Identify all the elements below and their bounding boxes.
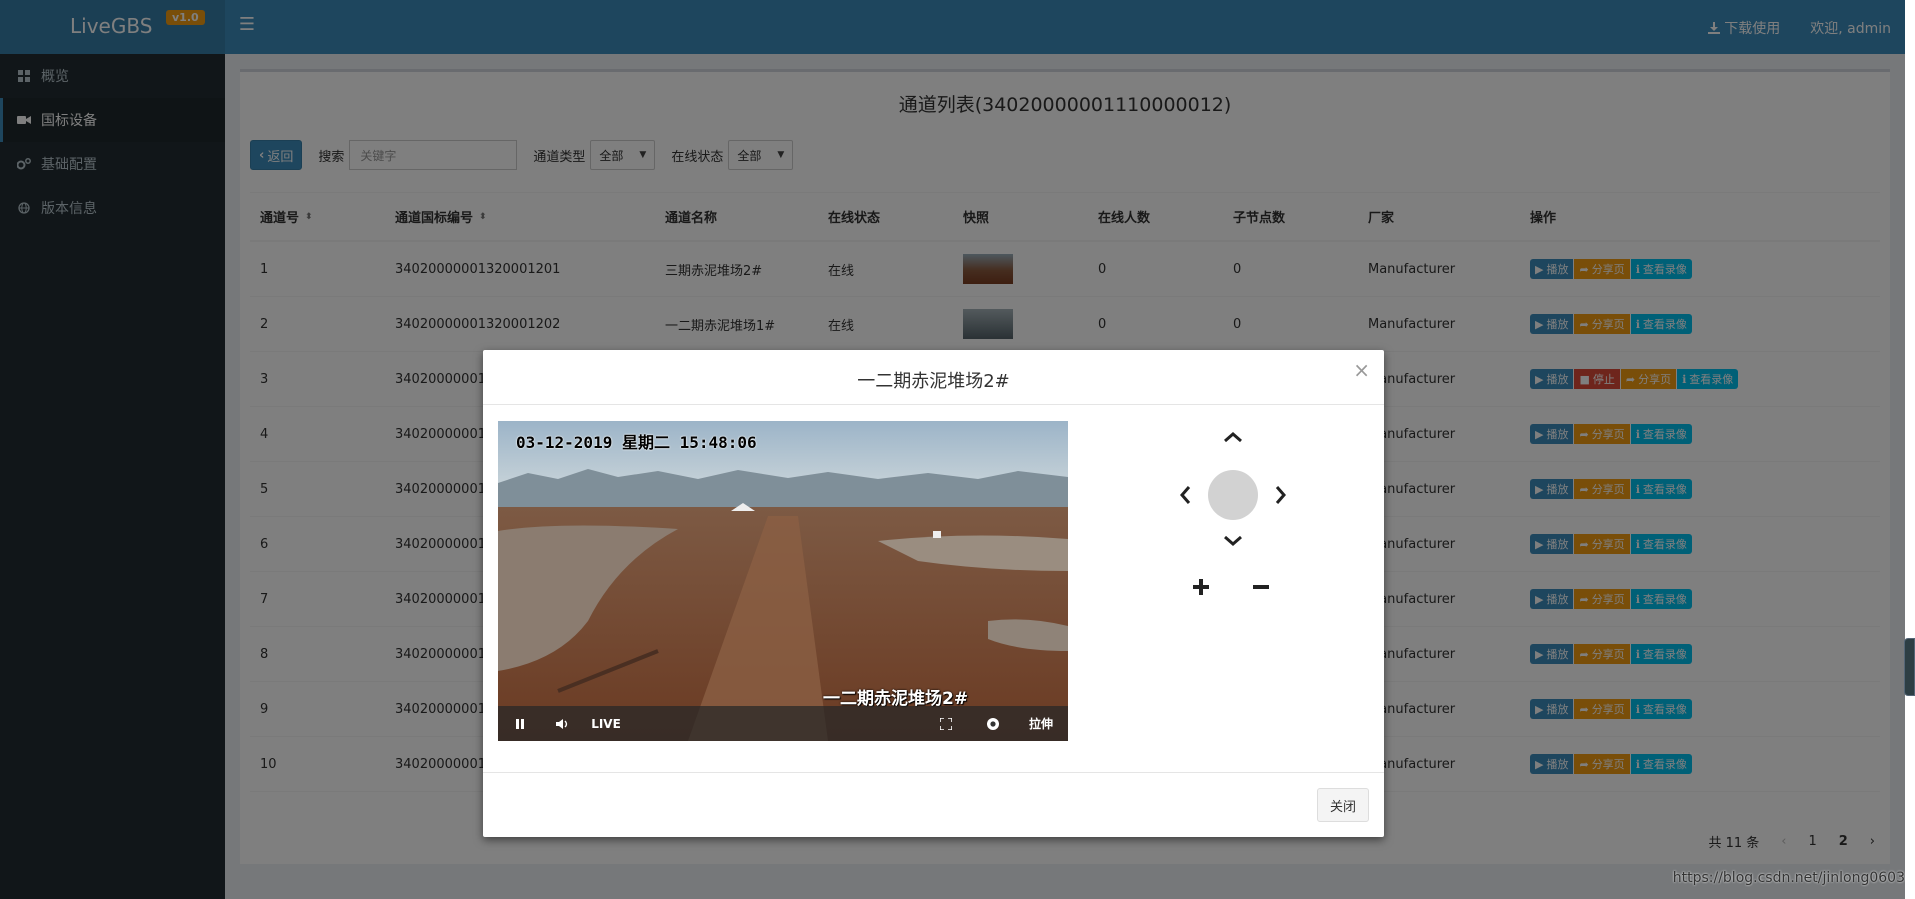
video-osd-timestamp: 03-12-2019 星期二 15:48:06 <box>516 433 757 452</box>
side-scroll-handle[interactable] <box>1904 638 1915 696</box>
ptz-down-button[interactable] <box>1221 529 1245 553</box>
chevron-down-icon <box>1224 535 1242 546</box>
modal-title: 一二期赤泥堆场2# <box>857 371 1010 392</box>
video-frame <box>498 421 1068 741</box>
video-controls: LIVE 拉伸 <box>498 706 1068 741</box>
fullscreen-button[interactable] <box>936 706 956 741</box>
chevron-left-icon <box>1180 486 1191 504</box>
pause-button[interactable] <box>510 706 530 741</box>
pause-icon <box>516 718 524 729</box>
stretch-button[interactable]: 拉伸 <box>1026 706 1056 741</box>
ptz-control <box>1163 425 1303 595</box>
zoom-out-button[interactable] <box>1249 575 1273 599</box>
video-modal: 一二期赤泥堆场2# × 03-12-2019 星期二 15:48:06 一二期赤… <box>483 350 1384 837</box>
ptz-left-button[interactable] <box>1173 481 1197 509</box>
modal-header: 一二期赤泥堆场2# × <box>483 350 1384 405</box>
video-player[interactable]: 03-12-2019 星期二 15:48:06 一二期赤泥堆场2# LIVE 拉… <box>498 421 1068 741</box>
ptz-right-button[interactable] <box>1269 481 1293 509</box>
volume-icon <box>556 718 568 729</box>
close-icon[interactable]: × <box>1353 360 1370 380</box>
live-indicator: LIVE <box>591 716 621 731</box>
zoom-in-button[interactable] <box>1189 575 1213 599</box>
ptz-center-button[interactable] <box>1208 470 1258 520</box>
minus-icon <box>1253 585 1269 589</box>
chevron-right-icon <box>1275 486 1286 504</box>
fullscreen-icon <box>940 717 952 730</box>
modal-footer: 关闭 <box>483 772 1384 837</box>
camera-shutter-icon <box>987 717 999 730</box>
ptz-up-button[interactable] <box>1221 425 1245 449</box>
chevron-up-icon <box>1224 432 1242 443</box>
url-watermark: https://blog.csdn.net/jinlong0603 <box>1672 870 1905 886</box>
plus-icon <box>1193 579 1209 595</box>
snapshot-button[interactable] <box>983 706 1003 741</box>
close-button[interactable]: 关闭 <box>1316 788 1369 822</box>
modal-body: 03-12-2019 星期二 15:48:06 一二期赤泥堆场2# LIVE 拉… <box>483 405 1384 770</box>
volume-button[interactable] <box>553 706 573 741</box>
